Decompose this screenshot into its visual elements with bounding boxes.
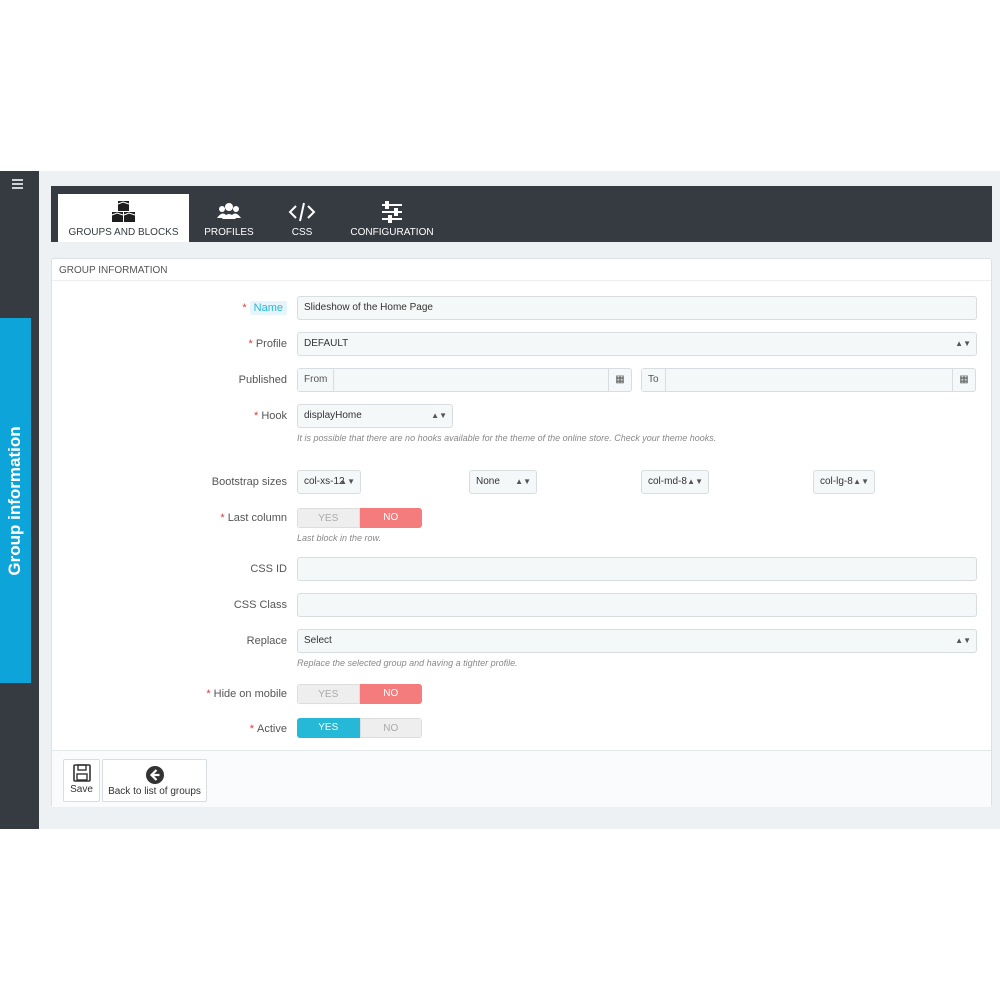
cubes-icon bbox=[111, 201, 135, 222]
hide-on-mobile-switch[interactable]: YES NO bbox=[297, 684, 422, 704]
required-mark: * bbox=[248, 338, 253, 350]
css-class-input[interactable] bbox=[297, 593, 977, 617]
hide-mobile-label-text: Hide on mobile bbox=[213, 688, 287, 700]
select-arrow-icon: ▲▼ bbox=[339, 477, 355, 486]
tab-css[interactable]: CSS bbox=[281, 194, 323, 242]
last-column-help: Last block in the row. bbox=[297, 533, 382, 543]
back-to-list-button[interactable]: Back to list of groups bbox=[102, 759, 207, 802]
save-label: Save bbox=[70, 784, 93, 795]
required-mark: * bbox=[254, 410, 259, 422]
hook-help: It is possible that there are no hooks a… bbox=[297, 433, 717, 443]
hamburger-icon[interactable] bbox=[12, 179, 26, 189]
replace-label: Replace bbox=[246, 635, 287, 647]
required-mark: * bbox=[242, 302, 247, 314]
last-column-no[interactable]: NO bbox=[359, 508, 422, 528]
hide-mobile-yes[interactable]: YES bbox=[297, 684, 360, 704]
last-column-switch[interactable]: YES NO bbox=[297, 508, 422, 528]
bootstrap-sm-select[interactable]: None ▲▼ bbox=[469, 470, 537, 494]
profile-label: * Profile bbox=[249, 338, 287, 350]
css-id-label: CSS ID bbox=[250, 563, 287, 575]
hide-mobile-label: * Hide on mobile bbox=[206, 688, 287, 700]
required-mark: * bbox=[206, 688, 211, 700]
select-arrow-icon: ▲▼ bbox=[853, 477, 869, 486]
active-switch[interactable]: YES NO bbox=[297, 718, 422, 738]
users-icon bbox=[217, 203, 241, 219]
replace-help: Replace the selected group and having a … bbox=[297, 658, 518, 668]
side-tab-label: Group information bbox=[5, 426, 24, 576]
tab-label: GROUPS AND BLOCKS bbox=[68, 227, 179, 238]
select-arrow-icon: ▲▼ bbox=[431, 411, 447, 420]
sidebar: Group information bbox=[0, 171, 39, 829]
last-column-label-text: Last column bbox=[227, 512, 287, 524]
tab-groups-and-blocks[interactable]: GROUPS AND BLOCKS bbox=[58, 194, 189, 242]
replace-select[interactable]: Select ▲▼ bbox=[297, 629, 977, 653]
calendar-icon[interactable]: ▦ bbox=[952, 369, 975, 391]
sliders-icon bbox=[382, 201, 402, 223]
arrow-left-circle-icon bbox=[145, 766, 164, 784]
tab-profiles[interactable]: PROFILES bbox=[201, 194, 257, 242]
required-mark: * bbox=[249, 723, 255, 735]
bootstrap-label: Bootstrap sizes bbox=[211, 476, 287, 488]
active-label-text: Active bbox=[257, 723, 287, 735]
name-label-text: Name bbox=[249, 301, 287, 315]
select-arrow-icon: ▲▼ bbox=[687, 477, 703, 486]
published-from-input[interactable]: From ▦ bbox=[297, 368, 632, 392]
name-label: * Name bbox=[242, 301, 287, 315]
code-icon bbox=[288, 202, 316, 222]
css-class-label: CSS Class bbox=[233, 599, 287, 611]
bootstrap-sm-value: None bbox=[476, 476, 500, 487]
bootstrap-md-value: col-md-8 bbox=[648, 476, 687, 487]
active-yes[interactable]: YES bbox=[297, 718, 360, 738]
css-id-input[interactable] bbox=[297, 557, 977, 581]
save-icon bbox=[72, 764, 91, 782]
select-arrow-icon: ▲▼ bbox=[955, 636, 971, 645]
select-arrow-icon: ▲▼ bbox=[515, 477, 531, 486]
profile-label-text: Profile bbox=[255, 338, 287, 350]
bootstrap-xs-select[interactable]: col-xs-12 ▲▼ bbox=[297, 470, 361, 494]
save-button[interactable]: Save bbox=[63, 759, 100, 802]
tab-label: CONFIGURATION bbox=[350, 227, 434, 238]
name-input[interactable]: Slideshow of the Home Page bbox=[297, 296, 977, 320]
hook-label-text: Hook bbox=[261, 410, 287, 422]
group-information-panel: GROUP INFORMATION * Name Slideshow of the… bbox=[51, 258, 992, 807]
panel-title: GROUP INFORMATION bbox=[52, 259, 991, 281]
from-addon: From bbox=[298, 369, 335, 391]
tab-configuration[interactable]: CONFIGURATION bbox=[347, 194, 437, 242]
hide-mobile-no[interactable]: NO bbox=[359, 684, 422, 704]
panel-footer: Save Back to list of groups bbox=[52, 750, 991, 807]
last-column-yes[interactable]: YES bbox=[297, 508, 360, 528]
published-label: Published bbox=[238, 374, 287, 386]
side-tab-group-information[interactable]: Group information bbox=[0, 318, 31, 683]
last-column-label: * Last column bbox=[220, 512, 287, 524]
hook-select[interactable]: displayHome ▲▼ bbox=[297, 404, 453, 428]
hook-value: displayHome bbox=[304, 410, 362, 421]
required-mark: * bbox=[220, 512, 225, 524]
top-tabs: GROUPS AND BLOCKS PROFILES CSS CONFIGURA… bbox=[51, 186, 992, 242]
calendar-icon[interactable]: ▦ bbox=[608, 369, 631, 391]
published-to-input[interactable]: To ▦ bbox=[641, 368, 976, 392]
active-no[interactable]: NO bbox=[359, 718, 422, 738]
tab-label: CSS bbox=[291, 227, 313, 238]
profile-select[interactable]: DEFAULT ▲▼ bbox=[297, 332, 977, 356]
profile-value: DEFAULT bbox=[304, 338, 349, 349]
admin-app: Group information GROUPS AND BLOCKS PROF… bbox=[0, 171, 1000, 829]
select-arrow-icon: ▲▼ bbox=[955, 339, 971, 348]
replace-value: Select bbox=[304, 635, 332, 646]
bootstrap-lg-value: col-lg-8 bbox=[820, 476, 853, 487]
bootstrap-lg-select[interactable]: col-lg-8 ▲▼ bbox=[813, 470, 875, 494]
active-label: * Active bbox=[250, 723, 287, 735]
to-addon: To bbox=[642, 369, 666, 391]
bootstrap-md-select[interactable]: col-md-8 ▲▼ bbox=[641, 470, 709, 494]
hook-label: * Hook bbox=[254, 410, 287, 422]
tab-label: PROFILES bbox=[204, 227, 254, 238]
back-label: Back to list of groups bbox=[108, 786, 201, 797]
